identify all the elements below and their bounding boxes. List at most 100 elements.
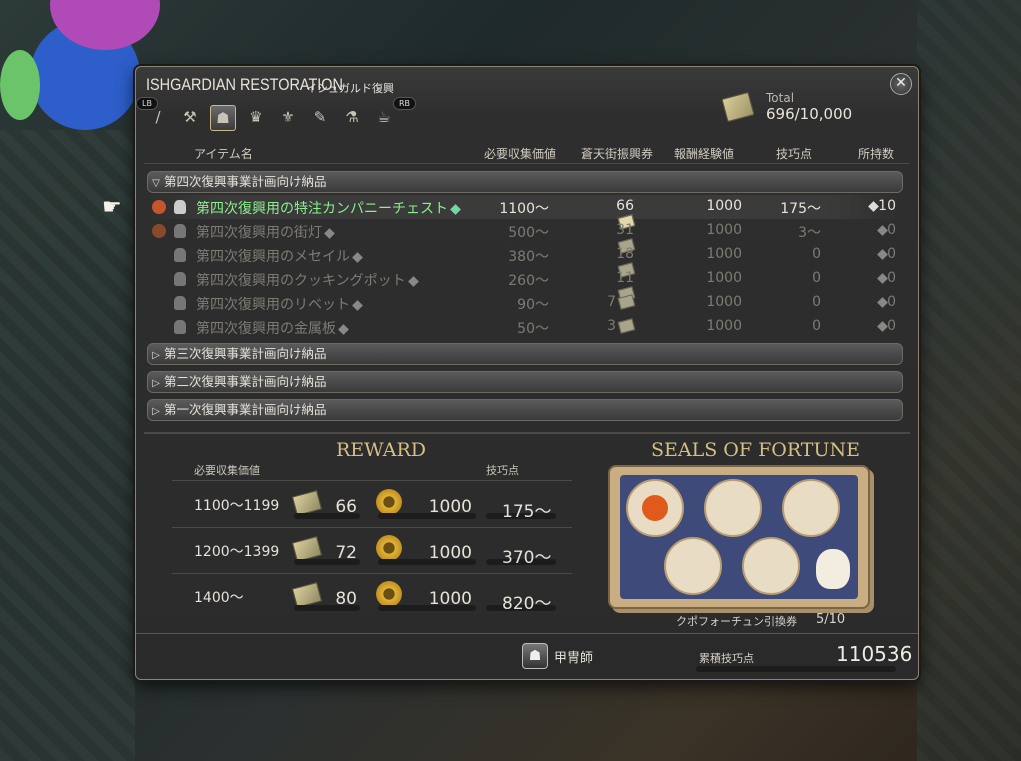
carpenter-icon[interactable]: / — [146, 105, 170, 129]
seal-slot-filled — [626, 479, 684, 537]
armorer-item-icon — [174, 248, 186, 262]
balloon-green — [0, 50, 40, 120]
category-third[interactable]: ▷ 第三次復興事業計画向け納品 — [147, 343, 903, 365]
item-collectability: 260〜 — [508, 273, 549, 289]
rb-button-hint: RB — [393, 97, 417, 110]
reward-title: REWARD — [336, 439, 427, 461]
close-icon[interactable]: ✕ — [890, 73, 912, 95]
moogle-seal-icon — [642, 495, 668, 521]
materials-bag-icon — [152, 224, 166, 238]
reward-header-skill: 技巧点 — [486, 464, 519, 477]
reward-scrips: 80 — [335, 589, 357, 609]
total-skill-label: 累積技巧点 — [699, 652, 754, 665]
reward-exp: 1000 — [428, 497, 472, 517]
job-name: 甲冑師 — [554, 651, 594, 666]
total-skill-bar — [696, 666, 896, 672]
seals-board[interactable] — [608, 465, 870, 609]
exp-icon — [376, 535, 402, 561]
leatherworker-icon[interactable]: ⚜ — [276, 105, 300, 129]
item-exp: 1000 — [706, 222, 742, 238]
scrip-icon — [617, 294, 636, 310]
header-collectability: 必要収集価値 — [484, 147, 557, 161]
table-row[interactable]: 第四次復興用のメセイル 380〜 18 1000 0 0 — [144, 243, 904, 278]
item-collectability: 50〜 — [517, 321, 549, 337]
table-row[interactable]: 第四次復興用の金属板 50〜 3 1000 0 0 — [144, 315, 904, 339]
table-row[interactable]: 第四次復興用のクッキングポット 260〜 11 1000 0 0 — [144, 267, 904, 302]
category-label: 第四次復興事業計画向け納品 — [164, 174, 327, 189]
armorer-item-icon — [174, 200, 186, 214]
reward-range: 1100〜1199 — [194, 498, 280, 514]
reward-row: 1200〜1399 72 1000 370〜 — [172, 529, 572, 569]
reward-skill: 820〜 — [502, 594, 552, 614]
category-fourth[interactable]: ▽ 第四次復興事業計画向け納品 — [147, 171, 903, 193]
armorer-job-icon: ☗ — [522, 643, 548, 669]
seal-slot — [704, 479, 762, 537]
item-name: 第四次復興用の特注カンパニーチェスト — [196, 198, 461, 218]
chevron-down-icon: ▽ — [152, 178, 160, 189]
header-scrips: 蒼天街振興券 — [581, 147, 654, 161]
reward-exp: 1000 — [428, 543, 472, 563]
item-exp: 1000 — [706, 246, 742, 262]
window-title-jp: イシュガルド復興 — [306, 82, 394, 95]
item-owned: 0 — [866, 246, 896, 262]
divider — [144, 163, 910, 164]
armorer-item-icon — [174, 320, 186, 334]
item-collectability: 500〜 — [508, 225, 549, 241]
divider — [172, 573, 572, 574]
item-name: 第四次復興用のリベット — [196, 294, 363, 314]
item-exp: 1000 — [706, 318, 742, 334]
table-row[interactable]: 第四次復興用の街灯 500〜 31 1000 3〜 0 — [144, 219, 904, 254]
footer: ☗ 甲冑師 累積技巧点 110536 — [136, 633, 918, 678]
category-label: 第一次復興事業計画向け納品 — [164, 402, 327, 417]
header-owned: 所持数 — [858, 147, 895, 161]
item-name: 第四次復興用の街灯 — [196, 222, 335, 242]
exp-icon — [376, 489, 402, 515]
category-first[interactable]: ▷ 第一次復興事業計画向け納品 — [147, 399, 903, 421]
item-scrips: 7 — [599, 294, 636, 310]
item-name: 第四次復興用のクッキングポット — [196, 270, 419, 290]
reward-scrips: 66 — [335, 497, 357, 517]
collectable-icon — [407, 275, 419, 287]
reward-skill: 175〜 — [502, 502, 552, 522]
item-skill: 175〜 — [780, 201, 821, 217]
item-scrips: 3 — [599, 318, 636, 334]
collectable-icon — [324, 227, 335, 239]
reward-range: 1200〜1399 — [194, 544, 280, 560]
collectable-icon — [338, 323, 349, 335]
item-collectability: 380〜 — [508, 249, 549, 265]
item-exp: 1000 — [706, 270, 742, 286]
category-second[interactable]: ▷ 第二次復興事業計画向け納品 — [147, 371, 903, 393]
class-tabs: / ⚒ ☗ ♛ ⚜ ✎ ⚗ ☕ — [146, 105, 396, 131]
collectable-icon — [352, 251, 363, 263]
item-name: 第四次復興用のメセイル — [196, 246, 363, 266]
header-item: アイテム名 — [194, 147, 253, 161]
blacksmith-icon[interactable]: ⚒ — [178, 105, 202, 129]
item-skill: 0 — [812, 318, 821, 334]
seal-slot — [782, 479, 840, 537]
item-owned: 0 — [866, 294, 896, 310]
section-divider — [144, 432, 910, 434]
header-skill: 技巧点 — [776, 147, 813, 161]
table-row[interactable]: 第四次復興用のリベット 90〜 7 1000 0 0 — [144, 291, 904, 315]
alchemist-icon[interactable]: ⚗ — [340, 105, 364, 129]
seals-count: 5/10 — [816, 612, 846, 627]
background-tile — [0, 130, 135, 761]
item-skill: 3〜 — [798, 225, 821, 241]
scrip-icon — [617, 318, 636, 334]
culinarian-icon[interactable]: ☕ — [372, 105, 396, 129]
weaver-icon[interactable]: ✎ — [308, 105, 332, 129]
reward-header-collect: 必要収集価値 — [194, 464, 260, 477]
table-row[interactable]: ☛ 第四次復興用の特注カンパニーチェスト 1100〜 66 1000 175〜 10 — [102, 195, 904, 230]
category-label: 第三次復興事業計画向け納品 — [164, 346, 327, 361]
item-owned: 10 — [866, 198, 896, 214]
reward-row: 1400〜 80 1000 820〜 — [172, 575, 572, 615]
armorer-icon[interactable]: ☗ — [210, 105, 236, 131]
item-exp: 1000 — [706, 198, 742, 214]
item-skill: 0 — [812, 246, 821, 262]
goldsmith-icon[interactable]: ♛ — [244, 105, 268, 129]
chevron-right-icon: ▷ — [152, 350, 160, 361]
total-label: Total — [766, 91, 795, 105]
reward-exp: 1000 — [428, 589, 472, 609]
materials-bag-icon — [152, 200, 166, 214]
seals-label: クポフォーチュン引換券 — [676, 615, 797, 628]
